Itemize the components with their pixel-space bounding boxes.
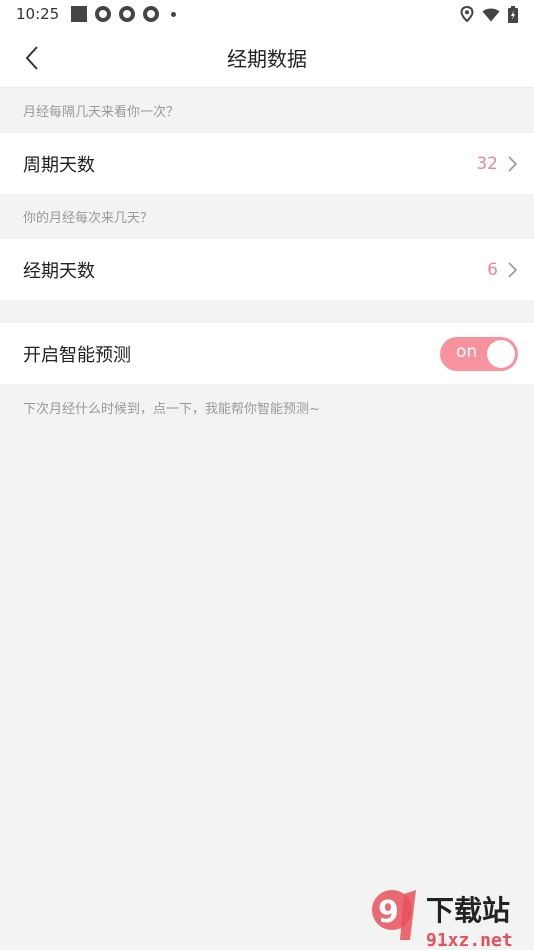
notification-aperture-icon: [143, 6, 160, 22]
period-days-value: 6: [487, 259, 498, 280]
watermark-brand: 下载站: [426, 894, 510, 927]
period-hint: 你的月经每次来几天？: [23, 211, 154, 226]
watermark-logo: 9 下载站 91xz.net: [372, 890, 513, 950]
cycle-days-value: 32: [476, 153, 498, 174]
period-days-row[interactable]: 经期天数 6: [0, 239, 534, 300]
back-button[interactable]: [14, 40, 50, 76]
notification-aperture-icon: [95, 6, 112, 22]
system-icons: [460, 5, 518, 23]
cycle-hint: 月经每隔几天来看你一次？: [23, 105, 180, 120]
smart-prediction-row: 开启智能预测 on: [0, 323, 534, 384]
navigation-bar: 经期数据: [0, 28, 534, 88]
location-icon: [460, 6, 474, 22]
status-bar: 10:25: [0, 0, 534, 28]
prediction-note: 下次月经什么时候到，点一下，我能帮你智能预测~: [23, 402, 320, 417]
svg-text:9: 9: [378, 895, 399, 930]
watermark-site: 91xz.net: [426, 930, 513, 950]
cycle-days-row[interactable]: 周期天数 32: [0, 133, 534, 194]
period-days-label: 经期天数: [23, 260, 95, 282]
notification-aperture-icon: [119, 6, 136, 22]
toggle-on-label: on: [456, 341, 478, 362]
chevron-right-icon: [508, 261, 518, 278]
status-time: 10:25: [16, 5, 60, 23]
chevron-left-icon: [25, 46, 38, 70]
cycle-days-label: 周期天数: [23, 154, 95, 176]
notification-icons: [71, 6, 177, 22]
smart-prediction-toggle[interactable]: on: [440, 336, 518, 371]
more-notifications-icon: [171, 11, 177, 17]
battery-icon: [508, 5, 518, 23]
notification-square-icon: [71, 6, 88, 22]
smart-prediction-label: 开启智能预测: [23, 344, 131, 366]
toggle-knob: [487, 339, 515, 368]
page-title: 经期数据: [227, 47, 307, 71]
wifi-icon: [482, 8, 500, 21]
chevron-right-icon: [508, 155, 518, 172]
